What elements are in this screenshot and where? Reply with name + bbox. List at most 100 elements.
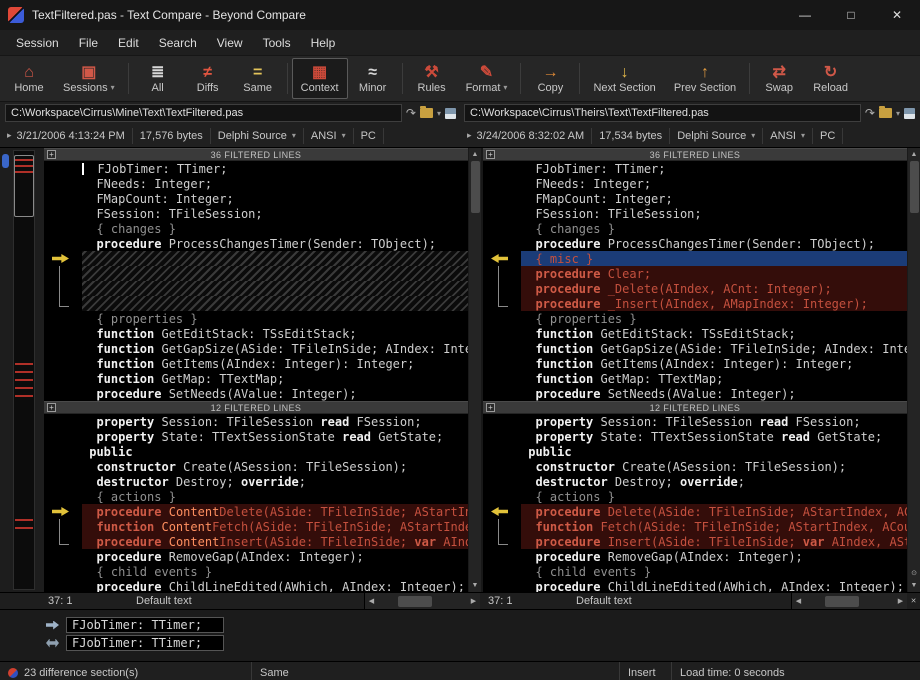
code-line[interactable]: function GetGapSize(ASide: TFileInSide; … bbox=[44, 341, 468, 356]
scrollbar-thumb[interactable] bbox=[471, 161, 480, 213]
same-button[interactable]: =Same bbox=[233, 58, 283, 99]
code-line[interactable]: function GetMap: TTextMap; bbox=[483, 371, 907, 386]
code-line[interactable]: procedure _Insert(AIndex, AMapIndex: Int… bbox=[483, 296, 907, 311]
prev-section-button[interactable]: ↑Prev Section bbox=[665, 58, 745, 99]
left-format-dropdown[interactable]: Delphi Source ▾ bbox=[211, 128, 304, 144]
code-line[interactable]: procedure RemoveGap(AIndex: Integer); bbox=[483, 549, 907, 564]
code-line[interactable]: property State: TTextSessionState read G… bbox=[44, 429, 468, 444]
format-button[interactable]: ✎Format▾ bbox=[457, 58, 517, 99]
scroll-up-icon[interactable]: ▲ bbox=[908, 148, 920, 161]
gap-line[interactable] bbox=[44, 266, 468, 281]
next-section-button[interactable]: ↓Next Section bbox=[584, 58, 664, 99]
title-bar[interactable]: TextFiltered.pas - Text Compare - Beyond… bbox=[0, 0, 920, 30]
scroll-left-icon[interactable]: ◀ bbox=[792, 597, 805, 605]
code-line[interactable]: public bbox=[483, 444, 907, 459]
right-save-icon[interactable] bbox=[904, 108, 915, 119]
scroll-down-icon[interactable]: ▼ bbox=[908, 579, 920, 592]
home-button[interactable]: ⌂Home bbox=[4, 58, 54, 99]
code-line[interactable]: { properties } bbox=[44, 311, 468, 326]
menu-tools[interactable]: Tools bbox=[253, 32, 301, 54]
aligned-line-text[interactable]: FJobTimer: TTimer; bbox=[66, 635, 224, 651]
diffs-button[interactable]: ≠Diffs bbox=[183, 58, 233, 99]
chevron-icon[interactable]: ▸ bbox=[7, 130, 12, 141]
left-encoding-dropdown[interactable]: ANSI ▾ bbox=[304, 128, 354, 144]
code-line[interactable]: destructor Destroy; override; bbox=[44, 474, 468, 489]
code-line[interactable]: FMapCount: Integer; bbox=[44, 191, 468, 206]
scroll-left-icon[interactable]: ◀ bbox=[365, 597, 378, 605]
right-session-arrow-icon[interactable]: ↷ bbox=[865, 107, 875, 119]
left-vertical-scrollbar[interactable]: ▲ ▼ bbox=[468, 148, 481, 592]
diff-tick[interactable] bbox=[15, 159, 33, 161]
diff-tick[interactable] bbox=[15, 379, 33, 381]
swap-button[interactable]: ⇄Swap bbox=[754, 58, 804, 99]
code-line[interactable]: { actions } bbox=[483, 489, 907, 504]
left-browse-dropdown-icon[interactable]: ▾ bbox=[437, 109, 441, 118]
code-line[interactable]: FNeeds: Integer; bbox=[44, 176, 468, 191]
gap-line[interactable] bbox=[44, 281, 468, 296]
scrollbar-track[interactable] bbox=[805, 595, 894, 608]
menu-file[interactable]: File bbox=[69, 32, 108, 54]
scroll-down-icon[interactable]: ▼ bbox=[469, 579, 482, 592]
code-line[interactable]: procedure Clear; bbox=[483, 266, 907, 281]
code-line[interactable]: property State: TTextSessionState read G… bbox=[483, 429, 907, 444]
code-line[interactable]: { misc } bbox=[483, 251, 907, 266]
gap-line[interactable] bbox=[44, 296, 468, 311]
left-path-input[interactable]: C:\Workspace\Cirrus\Mine\Text\TextFilter… bbox=[5, 104, 402, 122]
diff-tick[interactable] bbox=[15, 387, 33, 389]
code-line[interactable]: function Fetch(ASide: TFileInSide; AStar… bbox=[483, 519, 907, 534]
menu-help[interactable]: Help bbox=[301, 32, 346, 54]
copy-button[interactable]: →Copy bbox=[525, 58, 575, 99]
right-horizontal-scrollbar[interactable]: ◀ ▶ bbox=[791, 593, 907, 609]
code-line[interactable]: { child events } bbox=[44, 564, 468, 579]
all-button[interactable]: ≣All bbox=[133, 58, 183, 99]
context-button[interactable]: ▦Context bbox=[292, 58, 348, 99]
diff-tick[interactable] bbox=[15, 363, 33, 365]
menu-session[interactable]: Session bbox=[6, 32, 69, 54]
maximize-button[interactable]: □ bbox=[828, 0, 874, 30]
code-line[interactable]: procedure ChildLineEdited(AWhich, AIndex… bbox=[483, 579, 907, 592]
aligned-line-text[interactable]: FJobTimer: TTimer; bbox=[66, 617, 224, 633]
diff-tick[interactable] bbox=[15, 527, 33, 529]
map-strip[interactable] bbox=[13, 150, 35, 590]
scrollbar-thumb[interactable] bbox=[910, 161, 919, 213]
code-line[interactable]: procedure ProcessChangesTimer(Sender: TO… bbox=[483, 236, 907, 251]
code-line[interactable]: public bbox=[44, 444, 468, 459]
scroll-up-icon[interactable]: ▲ bbox=[469, 148, 482, 161]
section-arrow-icon[interactable] bbox=[52, 254, 69, 263]
left-session-arrow-icon[interactable]: ↷ bbox=[406, 107, 416, 119]
code-line[interactable]: function GetItems(AIndex: Integer): Inte… bbox=[483, 356, 907, 371]
code-line[interactable]: FMapCount: Integer; bbox=[483, 191, 907, 206]
code-line[interactable]: FJobTimer: TTimer; bbox=[44, 161, 468, 176]
code-line[interactable]: procedure Insert(ASide: TFileInSide; var… bbox=[483, 534, 907, 549]
scrollbar-track[interactable] bbox=[378, 595, 467, 608]
file-map[interactable] bbox=[0, 148, 44, 592]
code-line[interactable]: { changes } bbox=[483, 221, 907, 236]
left-lineending-dropdown[interactable]: PC bbox=[354, 128, 384, 144]
diff-tick[interactable] bbox=[15, 519, 33, 521]
scrollbar-corner-icon[interactable]: ✕ bbox=[907, 597, 920, 605]
gap-line[interactable] bbox=[44, 251, 468, 266]
rules-button[interactable]: ⚒Rules bbox=[407, 58, 457, 99]
scroll-right-icon[interactable]: ▶ bbox=[467, 597, 480, 605]
right-format-dropdown[interactable]: Delphi Source ▾ bbox=[670, 128, 763, 144]
code-line[interactable]: property Session: TFileSession read FSes… bbox=[44, 414, 468, 429]
left-browse-folder-icon[interactable] bbox=[420, 108, 433, 118]
code-line[interactable]: procedure _Delete(AIndex, ACnt: Integer)… bbox=[483, 281, 907, 296]
code-line[interactable]: constructor Create(ASession: TFileSessio… bbox=[483, 459, 907, 474]
code-line[interactable]: procedure ChildLineEdited(AWhich, AIndex… bbox=[44, 579, 468, 592]
sync-scroll-icon[interactable]: ⊙ bbox=[908, 566, 920, 579]
code-line[interactable]: procedure SetNeeds(AValue: Integer); bbox=[483, 386, 907, 401]
section-arrow-icon[interactable] bbox=[491, 254, 508, 263]
sessions-button[interactable]: ▣Sessions▾ bbox=[54, 58, 124, 99]
left-code-view[interactable]: +36 FILTERED LINES FJobTimer: TTimer; FN… bbox=[44, 148, 468, 592]
code-line[interactable]: function GetEditStack: TSsEditStack; bbox=[44, 326, 468, 341]
diff-tick[interactable] bbox=[15, 395, 33, 397]
section-arrow-icon[interactable] bbox=[52, 507, 69, 516]
scrollbar-thumb[interactable] bbox=[398, 596, 432, 607]
scroll-right-icon[interactable]: ▶ bbox=[894, 597, 907, 605]
scrollbar-thumb[interactable] bbox=[825, 596, 859, 607]
code-line[interactable]: function GetMap: TTextMap; bbox=[44, 371, 468, 386]
right-encoding-dropdown[interactable]: ANSI ▾ bbox=[763, 128, 813, 144]
code-line[interactable]: procedure RemoveGap(AIndex: Integer); bbox=[44, 549, 468, 564]
code-line[interactable]: function ContentFetch(ASide: TFileInSide… bbox=[44, 519, 468, 534]
